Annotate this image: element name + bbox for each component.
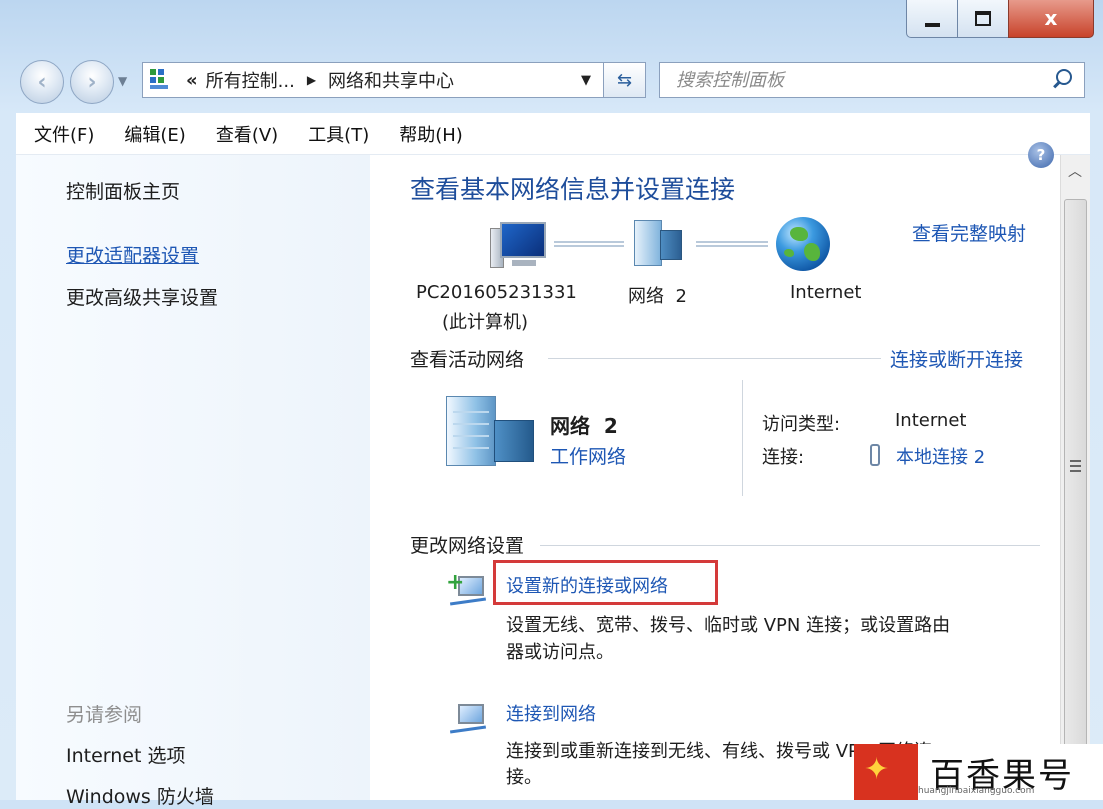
map-network-name: 网络 2 — [628, 286, 687, 307]
address-bar[interactable]: « 所有控制... ▶ 网络和共享中心 ▼ — [142, 62, 604, 98]
network-type-link[interactable]: 工作网络 — [550, 442, 626, 469]
active-networks-header: 查看活动网络 — [410, 349, 525, 371]
back-button[interactable]: ‹ — [20, 60, 64, 104]
advanced-sharing-link[interactable]: 更改高级共享设置 — [66, 283, 218, 310]
vertical-scrollbar[interactable]: ︿ — [1060, 155, 1090, 800]
computer-icon — [490, 222, 550, 270]
menu-view[interactable]: 查看(V) — [216, 121, 278, 147]
access-type-value: Internet — [895, 410, 967, 431]
search-box[interactable] — [659, 62, 1085, 98]
menu-file[interactable]: 文件(F) — [34, 121, 94, 147]
connect-disconnect-link[interactable]: 连接或断开连接 — [890, 345, 1023, 372]
view-full-map-link[interactable]: 查看完整映射 — [912, 219, 1026, 246]
close-icon: x — [1044, 5, 1058, 30]
windows-firewall-link[interactable]: Windows 防火墙 — [66, 782, 214, 809]
computer-name: PC201605231331 — [416, 282, 577, 303]
menu-bar: 文件(F) 编辑(E) 查看(V) 工具(T) 帮助(H) — [16, 113, 1090, 155]
map-connector-line — [554, 241, 624, 247]
refresh-icon: ⇆ — [616, 69, 633, 91]
active-network-name: 网络 2 — [550, 414, 618, 438]
arrow-left-icon: ‹ — [37, 69, 47, 95]
menu-help[interactable]: 帮助(H) — [399, 121, 463, 147]
watermark-url: huangjinbaixiangguo.com — [918, 786, 1035, 796]
watermark-logo-icon: ✦ — [854, 744, 918, 800]
page-title: 查看基本网络信息并设置连接 — [410, 175, 736, 204]
breadcrumb-network-center[interactable]: 网络和共享中心 — [328, 67, 454, 93]
section-divider — [548, 358, 881, 359]
map-connector-line — [696, 241, 768, 247]
maximize-button[interactable] — [957, 0, 1009, 38]
internet-globe-icon — [776, 217, 830, 271]
network-icon — [630, 220, 684, 266]
change-adapter-settings-link[interactable]: 更改适配器设置 — [66, 241, 199, 268]
active-network-icon — [444, 396, 536, 466]
internet-options-link[interactable]: Internet 选项 — [66, 741, 185, 768]
local-connection-link[interactable]: 本地连接 2 — [896, 443, 985, 469]
section-divider — [540, 545, 1040, 546]
help-icon[interactable]: ? — [1028, 142, 1054, 168]
see-also-header: 另请参阅 — [66, 704, 143, 726]
breadcrumb-overflow-icon[interactable]: « — [186, 70, 198, 91]
breadcrumb-separator-icon[interactable]: ▶ — [307, 73, 316, 87]
scroll-up-icon[interactable]: ︿ — [1068, 161, 1082, 181]
connect-network-desc-2: 接。 — [506, 767, 542, 788]
forward-button[interactable]: › — [70, 60, 114, 104]
setup-new-connection-link[interactable]: 设置新的连接或网络 — [506, 572, 668, 598]
minimize-icon — [924, 22, 940, 27]
connect-network-icon — [446, 700, 490, 736]
setup-connection-desc: 设置无线、宽带、拨号、临时或 VPN 连接；或设置路由 — [506, 615, 951, 636]
control-panel-home-link[interactable]: 控制面板主页 — [66, 177, 180, 204]
search-input[interactable] — [674, 68, 1048, 92]
map-internet-label: Internet — [790, 282, 862, 303]
close-button[interactable]: x — [1008, 0, 1094, 38]
connection-label: 连接: — [762, 447, 805, 468]
ethernet-plug-icon — [870, 444, 880, 466]
change-settings-header: 更改网络设置 — [410, 535, 525, 557]
computer-subtitle: (此计算机) — [442, 312, 529, 333]
task-pane: 控制面板主页 更改适配器设置 更改高级共享设置 另请参阅 Internet 选项… — [16, 155, 370, 808]
connect-to-network-link[interactable]: 连接到网络 — [506, 700, 596, 726]
refresh-button[interactable]: ⇆ — [604, 62, 646, 98]
history-dropdown-icon[interactable]: ▼ — [118, 74, 127, 88]
access-type-label: 访问类型: — [762, 414, 841, 435]
menu-edit[interactable]: 编辑(E) — [124, 121, 185, 147]
scroll-thumb[interactable] — [1064, 199, 1087, 800]
search-icon[interactable] — [1048, 65, 1078, 95]
breadcrumb-control-panel[interactable]: 所有控制... — [206, 67, 295, 93]
new-connection-icon: + — [446, 570, 490, 608]
vertical-divider — [742, 380, 743, 496]
menu-tools[interactable]: 工具(T) — [308, 121, 369, 147]
address-dropdown-icon[interactable]: ▼ — [581, 73, 591, 88]
arrow-right-icon: › — [87, 69, 97, 95]
control-panel-icon — [148, 67, 174, 93]
setup-connection-desc-2: 器或访问点。 — [506, 642, 614, 663]
maximize-icon — [975, 11, 991, 26]
minimize-button[interactable] — [906, 0, 958, 38]
